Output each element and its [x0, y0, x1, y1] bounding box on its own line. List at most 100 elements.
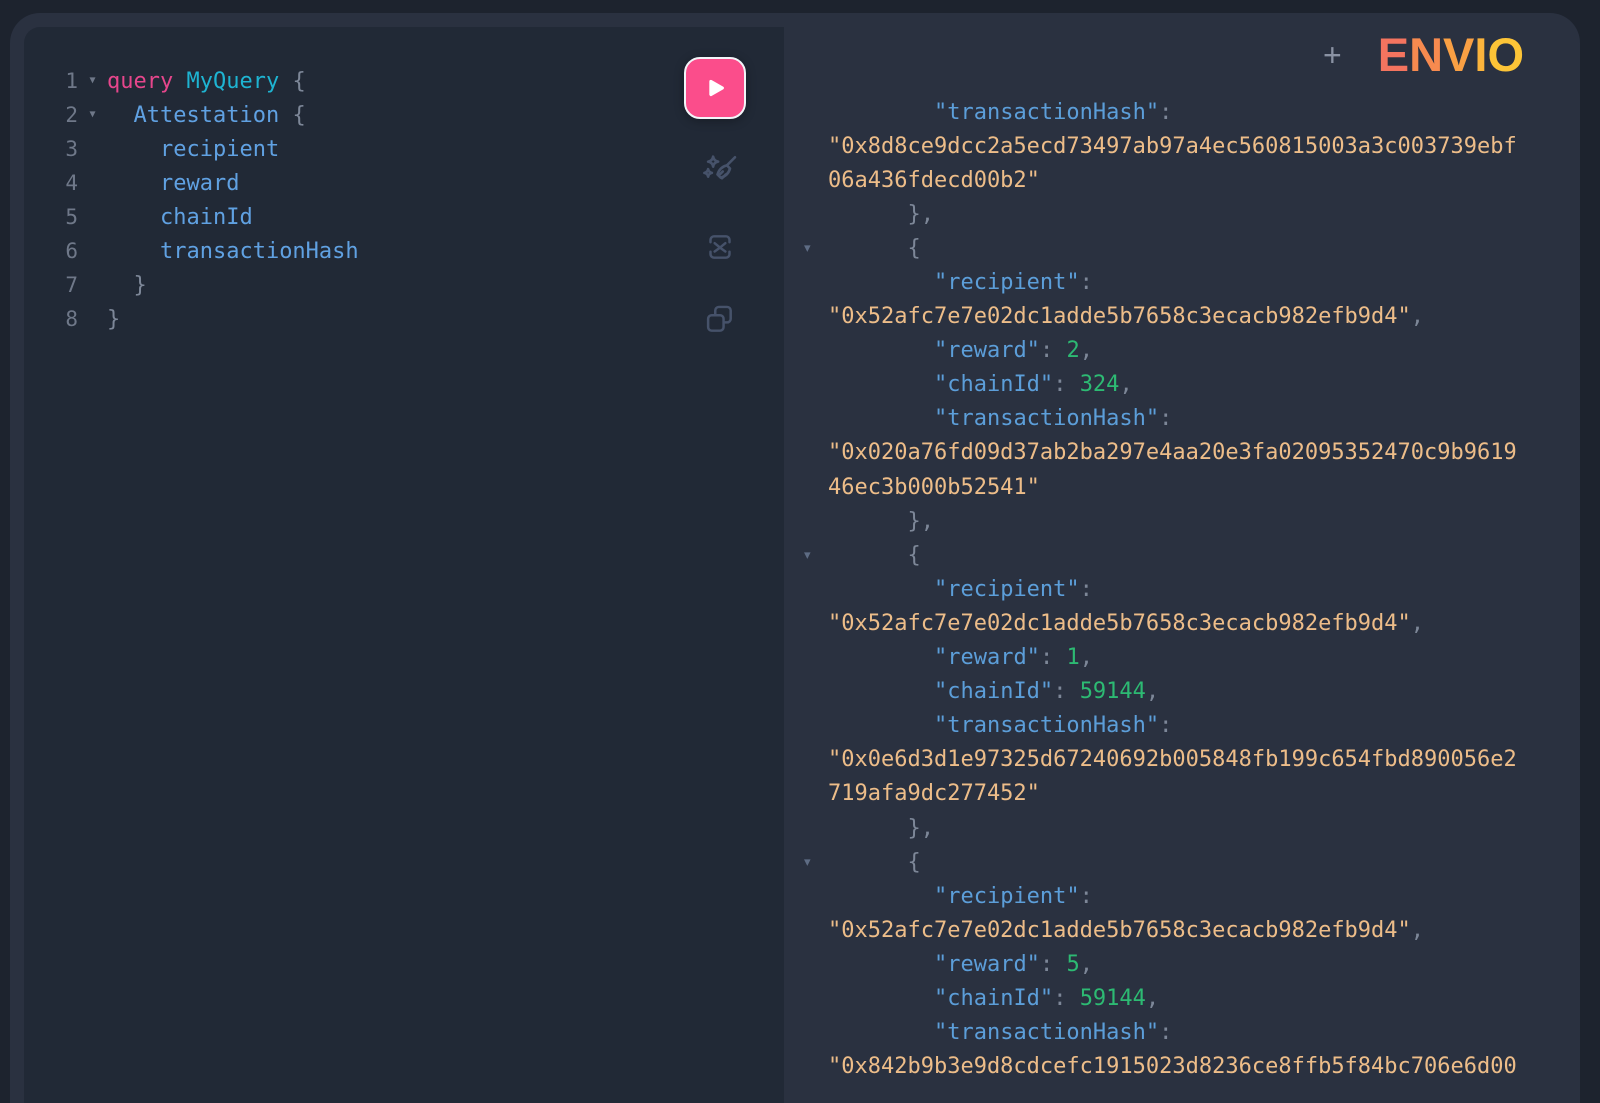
response-line: "0x52afc7e7e02dc1adde5b7658c3ecacb982efb… [784, 300, 1580, 334]
response-line: "chainId": 324, [784, 368, 1580, 402]
code-token: : [1080, 577, 1093, 602]
code-token: : [1159, 100, 1172, 125]
code-token: 59144 [1080, 679, 1146, 704]
code-token: "reward" [934, 338, 1040, 363]
fold-toggle-icon[interactable]: ▼ [78, 76, 107, 86]
query-editor[interactable]: 1▼query MyQuery {2▼ Attestation {3 recip… [24, 27, 784, 336]
response-code: 46ec3b000b52541" [828, 475, 1040, 500]
code-token: "reward" [934, 645, 1040, 670]
playground-window: 1▼query MyQuery {2▼ Attestation {3 recip… [10, 13, 1580, 1103]
response-line: 46ec3b000b52541" [784, 470, 1580, 504]
code-token: , [1119, 372, 1132, 397]
response-code: "0x8d8ce9dcc2a5ecd73497ab97a4ec560815003… [828, 134, 1517, 159]
code-token: "chainId" [934, 679, 1053, 704]
code-token [107, 137, 160, 162]
response-code: "0x0e6d3d1e97325d67240692b005848fb199c65… [828, 747, 1517, 772]
editor-line: 3 recipient [24, 132, 784, 166]
response-code: "transactionHash": [828, 100, 1172, 125]
envio-logo-letter: N [1409, 28, 1443, 81]
line-number: 8 [24, 307, 78, 331]
code-token: , [1411, 918, 1424, 943]
envio-logo[interactable]: ENVIO [1378, 31, 1524, 78]
editor-code: Attestation { [107, 103, 306, 128]
code-token: "recipient" [934, 270, 1080, 295]
code-token: } [107, 307, 120, 332]
code-token: { [292, 69, 305, 94]
fold-toggle-icon[interactable]: ▼ [804, 857, 811, 868]
response-line: "transactionHash": [784, 402, 1580, 436]
code-token: "0x0e6d3d1e97325d67240692b005848fb199c65… [828, 747, 1517, 772]
response-code: "reward": 2, [828, 338, 1093, 363]
prettify-query-button[interactable] [698, 149, 742, 193]
response-line: }, [784, 504, 1580, 538]
code-token: 06a436fdecd00b2" [828, 168, 1040, 193]
code-token [828, 406, 934, 431]
response-code: "reward": 5, [828, 952, 1093, 977]
editor-line: 2▼ Attestation { [24, 98, 784, 132]
code-token: : [1159, 1020, 1172, 1045]
execute-query-button[interactable] [684, 57, 746, 119]
code-token: "0x020a76fd09d37ab2ba297e4aa20e3fa020953… [828, 440, 1517, 465]
code-token: "reward" [934, 952, 1040, 977]
editor-code: } [107, 273, 147, 298]
line-number: 4 [24, 171, 78, 195]
code-token [107, 205, 160, 230]
copy-query-button[interactable] [698, 298, 742, 342]
response-line: "0x842b9b3e9d8cdcefc1915023d8236ce8ffb5f… [784, 1050, 1580, 1084]
envio-graphql-playground: 1▼query MyQuery {2▼ Attestation {3 recip… [0, 0, 1600, 1103]
response-line: "chainId": 59144, [784, 981, 1580, 1015]
response-code: { [828, 543, 921, 568]
code-token: : [1053, 679, 1080, 704]
code-token: { [828, 850, 921, 875]
line-number: 3 [24, 137, 78, 161]
code-token: "0x52afc7e7e02dc1adde5b7658c3ecacb982efb… [828, 611, 1411, 636]
editor-line: 5 chainId [24, 200, 784, 234]
fold-toggle-icon[interactable]: ▼ [804, 243, 811, 254]
code-token [828, 679, 934, 704]
code-token: }, [828, 816, 934, 841]
code-token: }, [828, 202, 934, 227]
fold-toggle-icon[interactable]: ▼ [78, 110, 107, 120]
response-code: { [828, 236, 921, 261]
response-line: ▼ { [784, 538, 1580, 572]
code-token: "0x8d8ce9dcc2a5ecd73497ab97a4ec560815003… [828, 134, 1517, 159]
code-token: chainId [160, 205, 253, 230]
plus-icon: + [1323, 37, 1342, 73]
response-line: }, [784, 811, 1580, 845]
envio-logo-letter: O [1487, 28, 1524, 81]
code-token: }, [828, 509, 934, 534]
response-code: "transactionHash": [828, 406, 1172, 431]
line-number: 5 [24, 205, 78, 229]
editor-code: } [107, 307, 120, 332]
fold-toggle-icon[interactable]: ▼ [804, 550, 811, 561]
response-code: "0x020a76fd09d37ab2ba297e4aa20e3fa020953… [828, 440, 1517, 465]
code-token [828, 713, 934, 738]
code-token: : [1080, 884, 1093, 909]
code-token: 59144 [1080, 986, 1146, 1011]
code-token [828, 577, 934, 602]
code-token: Attestation [134, 103, 280, 128]
response-line: "0x020a76fd09d37ab2ba297e4aa20e3fa020953… [784, 436, 1580, 470]
query-editor-pane[interactable]: 1▼query MyQuery {2▼ Attestation {3 recip… [24, 27, 784, 1103]
editor-code: reward [107, 171, 239, 196]
response-code: "transactionHash": [828, 713, 1172, 738]
merge-fragments-button[interactable] [698, 225, 742, 269]
response-code: "chainId": 324, [828, 372, 1133, 397]
response-code: }, [828, 509, 934, 534]
response-line: "transactionHash": [784, 709, 1580, 743]
code-token: : [1159, 713, 1172, 738]
response-line: 06a436fdecd00b2" [784, 163, 1580, 197]
code-token: "transactionHash" [934, 713, 1159, 738]
code-token: , [1080, 952, 1093, 977]
code-token: , [1080, 338, 1093, 363]
code-token [828, 270, 934, 295]
response-code: "reward": 1, [828, 645, 1093, 670]
add-tab-button[interactable]: + [1319, 39, 1346, 71]
code-token: , [1146, 679, 1159, 704]
response-code: { [828, 850, 921, 875]
code-token [279, 103, 292, 128]
code-token: } [134, 273, 147, 298]
code-token: transactionHash [160, 239, 359, 264]
code-token: 719afa9dc277452" [828, 781, 1040, 806]
code-token: "chainId" [934, 372, 1053, 397]
